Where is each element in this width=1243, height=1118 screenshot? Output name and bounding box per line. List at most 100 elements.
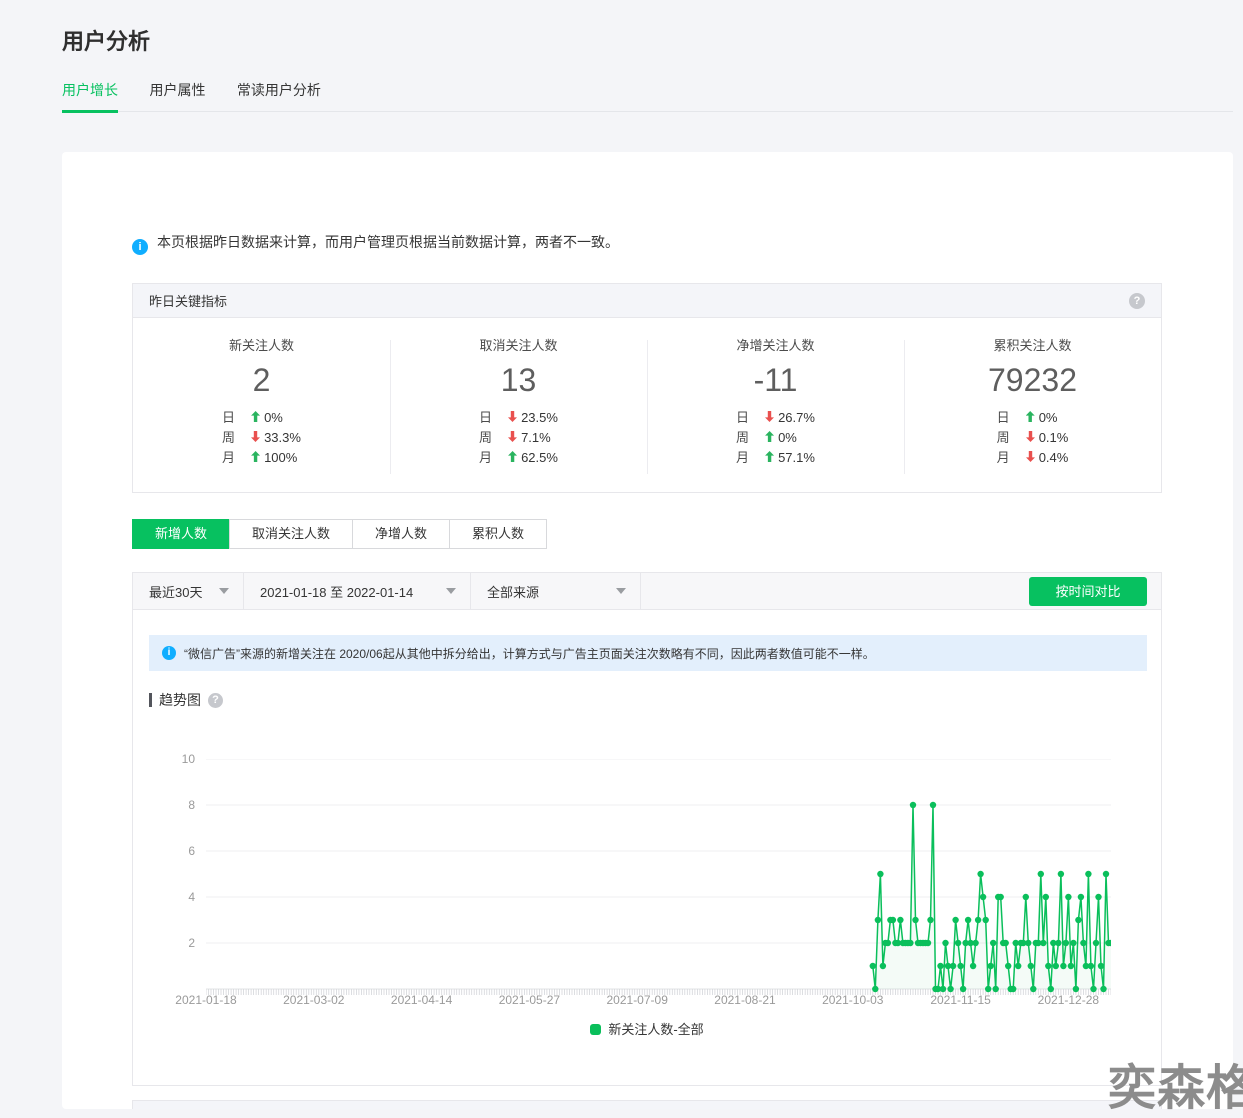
range-preset-value: 最近30天 <box>149 582 202 601</box>
filter-bar: 最近30天 2021-01-18 至 2022-01-14 全部来源 按时间对比 <box>133 573 1161 610</box>
trend-arrow-icon <box>508 431 517 442</box>
metric-tab-unfollow[interactable]: 取消关注人数 <box>229 519 353 549</box>
stat-value: 0.1% <box>1039 430 1069 445</box>
range-preset-dropdown[interactable]: 最近30天 <box>133 573 244 609</box>
metric-label: 净增关注人数 <box>647 335 904 354</box>
chevron-down-icon <box>219 588 229 594</box>
metric-label: 取消关注人数 <box>390 335 647 354</box>
trend-arrow-icon <box>251 411 260 422</box>
metric-label: 累积关注人数 <box>904 335 1161 354</box>
top-tab-bar: 用户增长 用户属性 常读用户分析 <box>62 80 1233 112</box>
stat-period: 周 <box>222 430 235 445</box>
stat-row-month: 月62.5% <box>479 448 558 468</box>
page-notice-text: 本页根据昨日数据来计算，而用户管理页根据当前数据计算，两者不一致。 <box>157 234 619 250</box>
trend-chart-header: 趋势图 ? <box>149 690 223 710</box>
trend-chart: 108642 2021-01-182021-03-022021-04-14202… <box>133 723 1163 1023</box>
page-notice: i 本页根据昨日数据来计算，而用户管理页根据当前数据计算，两者不一致。 <box>132 232 619 255</box>
stat-value: 57.1% <box>778 450 815 465</box>
stat-period: 周 <box>479 430 492 445</box>
chevron-down-icon <box>616 588 626 594</box>
metric-tab-total[interactable]: 累积人数 <box>449 519 547 549</box>
stat-period: 日 <box>736 410 749 425</box>
stat-row-day: 日0% <box>997 408 1069 428</box>
stat-row-month: 月57.1% <box>736 448 815 468</box>
help-icon[interactable]: ? <box>1129 293 1145 309</box>
tab-user-attributes[interactable]: 用户属性 <box>149 80 205 110</box>
stat-period: 周 <box>997 430 1010 445</box>
metric-value: 79232 <box>904 362 1161 399</box>
date-range-picker[interactable]: 2021-01-18 至 2022-01-14 <box>244 573 471 609</box>
metric-tab-new[interactable]: 新增人数 <box>132 519 230 549</box>
help-icon[interactable]: ? <box>208 693 223 708</box>
stat-row-week: 周 0.1% <box>997 428 1069 448</box>
x-axis-label: 2021-04-14 <box>391 993 452 1007</box>
trend-arrow-icon <box>765 451 774 462</box>
metric-tab-bar: 新增人数 取消关注人数 净增人数 累积人数 <box>132 519 547 549</box>
stat-row-month: 月0.4% <box>997 448 1069 468</box>
legend-label: 新关注人数-全部 <box>608 1022 703 1037</box>
yesterday-metrics-panel: 昨日关键指标 ? 新关注人数 2 日0% 周33.3% 月100% 取消关注人数… <box>132 283 1162 493</box>
info-icon: i <box>162 646 176 660</box>
stat-row-week: 周 7.1% <box>479 428 558 448</box>
y-axis-label: 6 <box>167 844 195 858</box>
y-axis-label: 8 <box>167 798 195 812</box>
source-value: 全部来源 <box>487 582 539 601</box>
trend-arrow-icon <box>765 411 774 422</box>
section-marker <box>149 693 152 707</box>
tab-user-growth[interactable]: 用户增长 <box>62 80 118 113</box>
y-axis-label: 4 <box>167 890 195 904</box>
ad-notice-text: “微信广告”来源的新增关注在 2020/06起从其他中拆分给出，计算方式与广告主… <box>184 645 875 662</box>
metric-value: 13 <box>390 362 647 399</box>
stat-row-day: 日23.5% <box>479 408 558 428</box>
metric-tab-net[interactable]: 净增人数 <box>352 519 450 549</box>
y-axis-label: 2 <box>167 936 195 950</box>
trend-arrow-icon <box>1026 431 1035 442</box>
metric-net-followers: 净增关注人数 -11 日 26.7% 周 0% 月57.1% <box>647 318 904 492</box>
info-icon: i <box>132 239 148 255</box>
date-range-value: 2021-01-18 至 2022-01-14 <box>260 582 413 601</box>
trend-arrow-icon <box>1026 451 1035 462</box>
stat-value: 0% <box>1039 410 1058 425</box>
x-axis-label: 2021-10-03 <box>822 993 883 1007</box>
x-axis-label: 2021-08-21 <box>714 993 775 1007</box>
chevron-down-icon <box>446 588 456 594</box>
trend-arrow-icon <box>251 451 260 462</box>
page-title: 用户分析 <box>62 24 150 56</box>
stat-period: 月 <box>479 450 492 465</box>
x-axis-label: 2021-11-15 <box>930 993 991 1007</box>
stat-value: 33.3% <box>264 430 301 445</box>
stat-value: 7.1% <box>521 430 551 445</box>
tab-frequent-reader-analysis[interactable]: 常读用户分析 <box>237 80 321 110</box>
metric-unfollowers: 取消关注人数 13 日23.5% 周 7.1% 月62.5% <box>390 318 647 492</box>
next-section-panel <box>132 1100 1162 1109</box>
metric-new-followers: 新关注人数 2 日0% 周33.3% 月100% <box>133 318 390 492</box>
trend-arrow-icon <box>765 431 774 442</box>
stat-value: 26.7% <box>778 410 815 425</box>
x-axis-label: 2021-05-27 <box>499 993 560 1007</box>
y-axis-label: 10 <box>167 752 195 766</box>
stat-value: 100% <box>264 450 297 465</box>
metric-stats: 日23.5% 周 7.1% 月62.5% <box>479 408 558 468</box>
stat-row-week: 周 33.3% <box>222 428 301 448</box>
trend-arrow-icon <box>1026 411 1035 422</box>
chart-legend: 新关注人数-全部 <box>133 1019 1161 1038</box>
metric-total-followers: 累积关注人数 79232 日0% 周 0.1% 月0.4% <box>904 318 1161 492</box>
compare-by-time-button[interactable]: 按时间对比 <box>1029 577 1147 606</box>
stat-period: 月 <box>997 450 1010 465</box>
trend-arrow-icon <box>508 451 517 462</box>
stat-period: 周 <box>736 430 749 445</box>
x-axis-label: 2021-07-09 <box>606 993 667 1007</box>
trend-panel: 最近30天 2021-01-18 至 2022-01-14 全部来源 按时间对比… <box>132 572 1162 1086</box>
stat-row-day: 日 26.7% <box>736 408 815 428</box>
ad-source-notice: i “微信广告”来源的新增关注在 2020/06起从其他中拆分给出，计算方式与广告… <box>149 635 1147 671</box>
trend-chart-title: 趋势图 <box>159 690 201 710</box>
metric-value: -11 <box>647 362 904 399</box>
trend-arrow-icon <box>508 411 517 422</box>
metric-stats: 日 26.7% 周 0% 月57.1% <box>736 408 815 468</box>
source-dropdown[interactable]: 全部来源 <box>471 573 641 609</box>
metric-stats: 日0% 周33.3% 月100% <box>222 408 301 468</box>
stat-value: 0% <box>778 430 797 445</box>
x-axis-label: 2021-03-02 <box>283 993 344 1007</box>
metrics-panel-header: 昨日关键指标 ? <box>133 284 1161 318</box>
watermark: 奕森格 <box>1108 1048 1243 1118</box>
